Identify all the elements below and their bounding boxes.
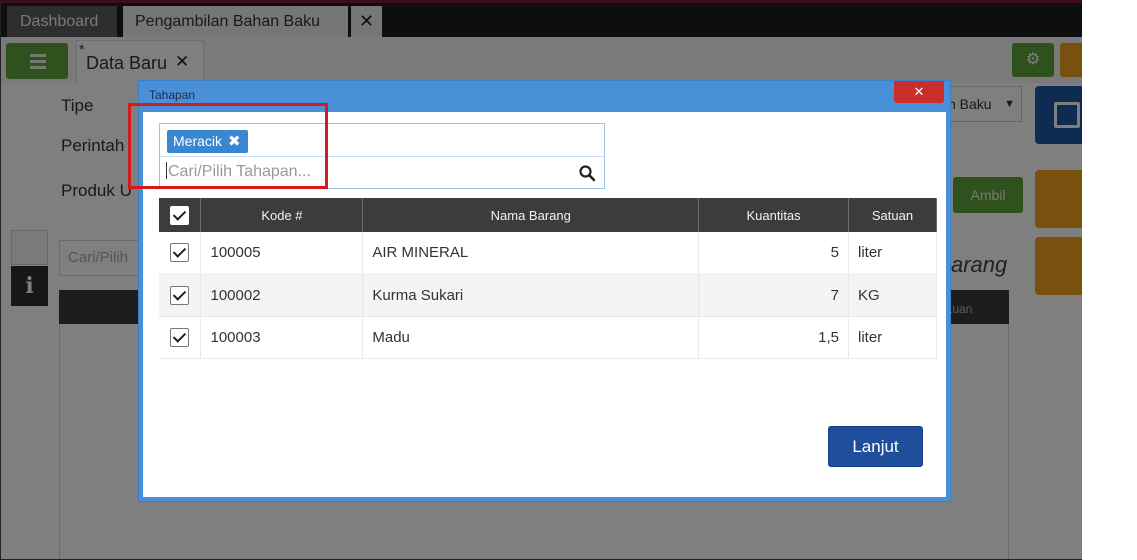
kuantitas-cell: 7 <box>698 274 849 317</box>
row-check-cell <box>159 274 202 317</box>
table-row[interactable]: 100002 Kurma Sukari 7 KG <box>159 274 937 317</box>
row-checkbox[interactable] <box>170 327 190 347</box>
satuan-cell: liter <box>848 232 937 275</box>
select-all-checkbox[interactable] <box>170 205 190 225</box>
header-nama-barang[interactable]: Nama Barang <box>362 198 700 232</box>
satuan-cell: liter <box>848 316 937 359</box>
app-background: Dashboard Pengambilan Bahan Baku ✕ * Dat… <box>0 0 1082 560</box>
items-table: Kode # Nama Barang Kuantitas Satuan 1000… <box>159 198 937 359</box>
table-header-row: Kode # Nama Barang Kuantitas Satuan <box>159 198 937 232</box>
kode-cell: 100005 <box>200 232 364 275</box>
kuantitas-cell: 5 <box>698 232 849 275</box>
table-row[interactable]: 100003 Madu 1,5 liter <box>159 316 937 359</box>
header-kuantitas[interactable]: Kuantitas <box>698 198 849 232</box>
header-satuan[interactable]: Satuan <box>848 198 937 232</box>
header-kode[interactable]: Kode # <box>200 198 364 232</box>
search-icon[interactable] <box>578 164 596 182</box>
lanjut-button[interactable]: Lanjut <box>828 426 923 467</box>
kode-cell: 100003 <box>200 316 364 359</box>
annotation-highlight-box <box>128 103 328 189</box>
row-checkbox[interactable] <box>170 285 190 305</box>
kuantitas-cell: 1,5 <box>698 316 849 359</box>
nama-cell: Madu <box>362 316 700 359</box>
select-all-cell <box>159 198 202 232</box>
modal-title: Tahapan <box>149 88 196 102</box>
row-checkbox[interactable] <box>170 243 190 263</box>
satuan-cell: KG <box>848 274 937 317</box>
close-icon: ✕ <box>913 84 925 99</box>
nama-cell: Kurma Sukari <box>362 274 700 317</box>
nama-cell: AIR MINERAL <box>362 232 700 275</box>
kode-cell: 100002 <box>200 274 364 317</box>
table-row[interactable]: 100005 AIR MINERAL 5 liter <box>159 232 937 275</box>
row-check-cell <box>159 232 202 275</box>
row-check-cell <box>159 316 202 359</box>
modal-close-button[interactable]: ✕ <box>894 81 944 103</box>
